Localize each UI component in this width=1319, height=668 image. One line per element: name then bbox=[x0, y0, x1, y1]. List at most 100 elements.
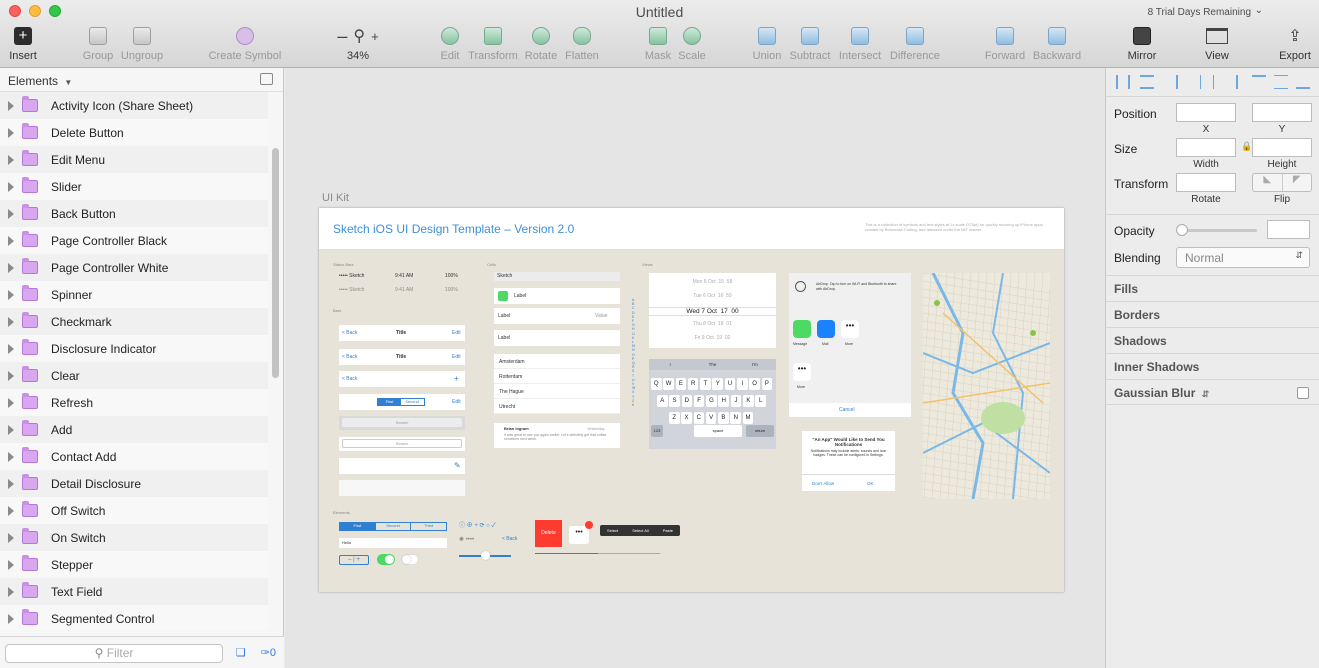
disclosure-triangle-icon[interactable] bbox=[8, 154, 14, 165]
x-input[interactable] bbox=[1176, 103, 1236, 122]
layer-group-row[interactable]: Slider bbox=[0, 173, 268, 200]
rotate-input[interactable] bbox=[1176, 173, 1236, 192]
lock-icon[interactable]: 🔒 bbox=[1241, 141, 1252, 152]
borders-section-header[interactable]: Borders bbox=[1106, 301, 1319, 327]
group-button[interactable]: Group bbox=[80, 24, 116, 64]
disclosure-triangle-icon[interactable] bbox=[8, 127, 14, 138]
transform-button[interactable]: Transform bbox=[466, 24, 520, 64]
symbols-filter-icon[interactable]: ❏ bbox=[236, 647, 246, 659]
layer-group-row[interactable]: Spinner bbox=[0, 281, 268, 308]
rotate-button[interactable]: Rotate bbox=[522, 24, 560, 64]
align-right-icon[interactable] bbox=[1224, 75, 1238, 89]
mask-button[interactable]: Mask bbox=[642, 24, 674, 64]
layer-group-row[interactable]: Edit Menu bbox=[0, 146, 268, 173]
shadows-section-header[interactable]: Shadows bbox=[1106, 327, 1319, 353]
disclosure-triangle-icon[interactable] bbox=[8, 424, 14, 435]
page-selector[interactable]: Elements ▼ bbox=[0, 68, 283, 92]
width-input[interactable] bbox=[1176, 138, 1236, 157]
flatten-button[interactable]: Flatten bbox=[562, 24, 602, 64]
edit-button[interactable]: Edit bbox=[435, 24, 465, 64]
ungroup-button[interactable]: Ungroup bbox=[118, 24, 166, 64]
layer-group-row[interactable]: Disclosure Indicator bbox=[0, 335, 268, 362]
disclosure-triangle-icon[interactable] bbox=[8, 262, 14, 273]
align-middle-icon[interactable] bbox=[1274, 75, 1288, 89]
height-input[interactable] bbox=[1252, 138, 1312, 157]
gaussian-blur-section-header[interactable]: Gaussian Blur ⇵ bbox=[1106, 379, 1319, 405]
layer-group-row[interactable]: Back Button bbox=[0, 200, 268, 227]
layer-group-row[interactable]: Delete Button bbox=[0, 119, 268, 146]
view-button[interactable]: View bbox=[1198, 24, 1236, 64]
layer-group-row[interactable]: Page Controller Black bbox=[0, 227, 268, 254]
disclosure-triangle-icon[interactable] bbox=[8, 586, 14, 597]
distribute-vertical-icon[interactable] bbox=[1140, 75, 1154, 89]
disclosure-triangle-icon[interactable] bbox=[8, 532, 14, 543]
artboard[interactable]: Sketch iOS UI Design Template – Version … bbox=[319, 208, 1064, 592]
disclosure-triangle-icon[interactable] bbox=[8, 451, 14, 462]
disclosure-triangle-icon[interactable] bbox=[8, 370, 14, 381]
layer-group-row[interactable]: Text Field bbox=[0, 578, 268, 605]
disclosure-triangle-icon[interactable] bbox=[8, 613, 14, 624]
layer-group-row[interactable]: Refresh bbox=[0, 389, 268, 416]
disclosure-triangle-icon[interactable] bbox=[8, 289, 14, 300]
brush-icon[interactable]: ✑ bbox=[261, 647, 270, 659]
updown-chevron-icon[interactable]: ⇵ bbox=[1202, 389, 1210, 399]
layer-group-row[interactable]: Segmented Control bbox=[0, 605, 268, 630]
subtract-button[interactable]: Subtract bbox=[787, 24, 833, 64]
trial-days-menu[interactable]: 8 Trial Days Remaining bbox=[1148, 7, 1251, 18]
disclosure-triangle-icon[interactable] bbox=[8, 100, 14, 111]
disclosure-triangle-icon[interactable] bbox=[8, 559, 14, 570]
backward-button[interactable]: Backward bbox=[1030, 24, 1084, 64]
disclosure-triangle-icon[interactable] bbox=[8, 208, 14, 219]
layer-group-row[interactable]: Activity Icon (Share Sheet) bbox=[0, 92, 268, 119]
layer-group-row[interactable]: Page Controller White bbox=[0, 254, 268, 281]
collapse-pages-button[interactable] bbox=[260, 73, 273, 85]
opacity-slider[interactable] bbox=[1179, 229, 1257, 232]
create-symbol-button[interactable]: Create Symbol bbox=[205, 24, 285, 64]
disclosure-triangle-icon[interactable] bbox=[8, 316, 14, 327]
nav-bar-4: First Second Edit bbox=[339, 394, 465, 410]
difference-button[interactable]: Difference bbox=[886, 24, 944, 64]
layer-group-row[interactable]: Detail Disclosure bbox=[0, 470, 268, 497]
layer-group-row[interactable]: Clear bbox=[0, 362, 268, 389]
disclosure-triangle-icon[interactable] bbox=[8, 181, 14, 192]
insert-button[interactable]: + Insert bbox=[6, 24, 40, 64]
canvas[interactable]: UI Kit Sketch iOS UI Design Template – V… bbox=[285, 68, 1105, 668]
disclosure-triangle-icon[interactable] bbox=[8, 343, 14, 354]
mirror-button[interactable]: Mirror bbox=[1122, 24, 1162, 64]
zoom-out-button[interactable]: – bbox=[337, 26, 347, 47]
disclosure-triangle-icon[interactable] bbox=[8, 397, 14, 408]
fills-section-header[interactable]: Fills bbox=[1106, 275, 1319, 301]
align-top-icon[interactable] bbox=[1252, 75, 1266, 89]
layer-group-row[interactable]: Add bbox=[0, 416, 268, 443]
align-left-icon[interactable] bbox=[1176, 75, 1190, 89]
zoom-in-button[interactable]: + bbox=[371, 29, 379, 44]
layer-group-row[interactable]: Off Switch bbox=[0, 497, 268, 524]
union-button[interactable]: Union bbox=[749, 24, 785, 64]
forward-button[interactable]: Forward bbox=[982, 24, 1028, 64]
intersect-button[interactable]: Intersect bbox=[836, 24, 884, 64]
inner-shadows-section-header[interactable]: Inner Shadows bbox=[1106, 353, 1319, 379]
scale-button[interactable]: Scale bbox=[676, 24, 708, 64]
align-center-horizontal-icon[interactable] bbox=[1200, 75, 1214, 89]
layer-group-row[interactable]: Contact Add bbox=[0, 443, 268, 470]
gaussian-blur-checkbox[interactable] bbox=[1297, 387, 1309, 399]
distribute-horizontal-icon[interactable] bbox=[1116, 75, 1130, 89]
keyboard-key: H bbox=[718, 395, 729, 407]
layer-group-row[interactable]: On Switch bbox=[0, 524, 268, 551]
flip-vertical-icon[interactable]: ◤ bbox=[1283, 174, 1312, 191]
y-input[interactable] bbox=[1252, 103, 1312, 122]
disclosure-triangle-icon[interactable] bbox=[8, 235, 14, 246]
disclosure-triangle-icon[interactable] bbox=[8, 505, 14, 516]
align-bottom-icon[interactable] bbox=[1296, 75, 1310, 89]
layer-group-row[interactable]: Checkmark bbox=[0, 308, 268, 335]
artboard-label[interactable]: UI Kit bbox=[322, 192, 349, 204]
layer-group-row[interactable]: Stepper bbox=[0, 551, 268, 578]
sidebar-scrollbar[interactable] bbox=[272, 148, 279, 378]
disclosure-triangle-icon[interactable] bbox=[8, 478, 14, 489]
blending-select[interactable]: Normal ⇵ bbox=[1176, 247, 1310, 268]
filter-field[interactable]: ⚲ Filter bbox=[5, 644, 223, 663]
opacity-input[interactable] bbox=[1267, 220, 1310, 239]
opacity-slider-knob[interactable] bbox=[1176, 224, 1188, 236]
flip-horizontal-icon[interactable]: ◣ bbox=[1253, 174, 1283, 191]
export-button[interactable]: ⇪ Export bbox=[1276, 24, 1314, 64]
